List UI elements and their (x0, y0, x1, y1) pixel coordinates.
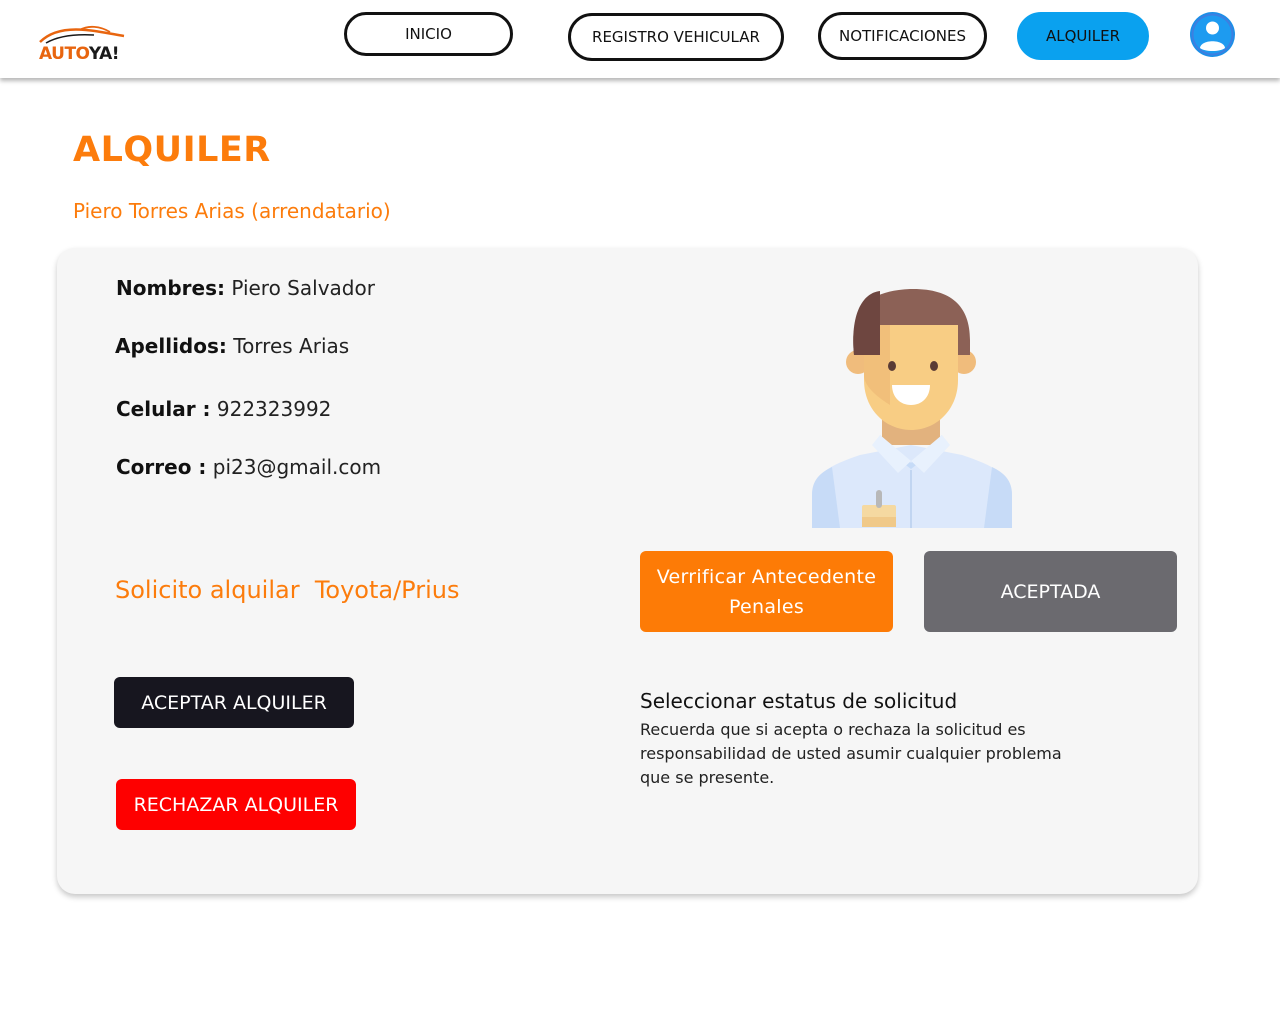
nav-registro-vehicular[interactable]: REGISTRO VEHICULAR (568, 13, 784, 61)
logo-text-ya: YA! (88, 44, 120, 64)
man-illustration-icon (800, 285, 1022, 531)
field-celular-value: 922323992 (210, 397, 332, 421)
reject-rental-button[interactable]: RECHAZAR ALQUILER (116, 779, 356, 830)
nav-registro-label: REGISTRO VEHICULAR (592, 28, 760, 46)
nav-alquiler-label: ALQUILER (1045, 27, 1121, 45)
field-correo: Correo : pi23@gmail.com (116, 455, 381, 479)
rental-request-text: Solicito alquilar Toyota/Prius (115, 576, 460, 604)
page-subtitle: Piero Torres Arias (arrendatario) (73, 199, 391, 223)
accept-button-label: ACEPTAR ALQUILER (141, 691, 327, 714)
field-apellidos: Apellidos: Torres Arias (115, 334, 349, 358)
reject-button-label: RECHAZAR ALQUILER (133, 793, 339, 816)
field-correo-label: Correo : (116, 455, 207, 479)
nav-inicio-label: INICIO (405, 25, 452, 43)
request-status-button[interactable]: ACEPTADA (924, 551, 1177, 632)
car-logo-icon (39, 25, 125, 44)
logo-text-auto: AUTO (39, 44, 89, 64)
user-silhouette-icon (1191, 13, 1234, 56)
accept-rental-button[interactable]: ACEPTAR ALQUILER (114, 677, 354, 728)
nav-inicio[interactable]: INICIO (344, 12, 513, 56)
field-nombres-label: Nombres: (116, 276, 225, 300)
top-header: AUTOYA! INICIO REGISTRO VEHICULAR NOTIFI… (0, 0, 1280, 78)
page-title: ALQUILER (73, 130, 271, 170)
nav-notificaciones[interactable]: NOTIFICACIONES (818, 12, 987, 60)
field-celular-label: Celular : (116, 397, 211, 421)
field-apellidos-label: Apellidos: (115, 334, 227, 358)
nav-notificaciones-label: NOTIFICACIONES (838, 27, 967, 45)
field-celular: Celular : 922323992 (116, 397, 331, 421)
nav-alquiler[interactable]: ALQUILER (1017, 12, 1149, 60)
verify-button-label: Verrificar Antecedente Penales (656, 565, 877, 618)
field-nombres-value: Piero Salvador (224, 276, 375, 300)
autoya-logo[interactable]: AUTOYA! (36, 24, 128, 66)
status-section-note: Recuerda que si acepta o rechaza la soli… (640, 720, 1062, 787)
status-section-title: Seleccionar estatus de solicitud (640, 689, 958, 713)
field-apellidos-value: Torres Arias (226, 334, 350, 358)
status-button-label: ACEPTADA (1000, 580, 1101, 603)
verify-criminal-record-button[interactable]: Verrificar Antecedente Penales (640, 551, 893, 632)
field-nombres: Nombres: Piero Salvador (116, 276, 375, 300)
field-correo-value: pi23@gmail.com (206, 455, 382, 479)
user-avatar-icon[interactable] (1190, 12, 1235, 57)
